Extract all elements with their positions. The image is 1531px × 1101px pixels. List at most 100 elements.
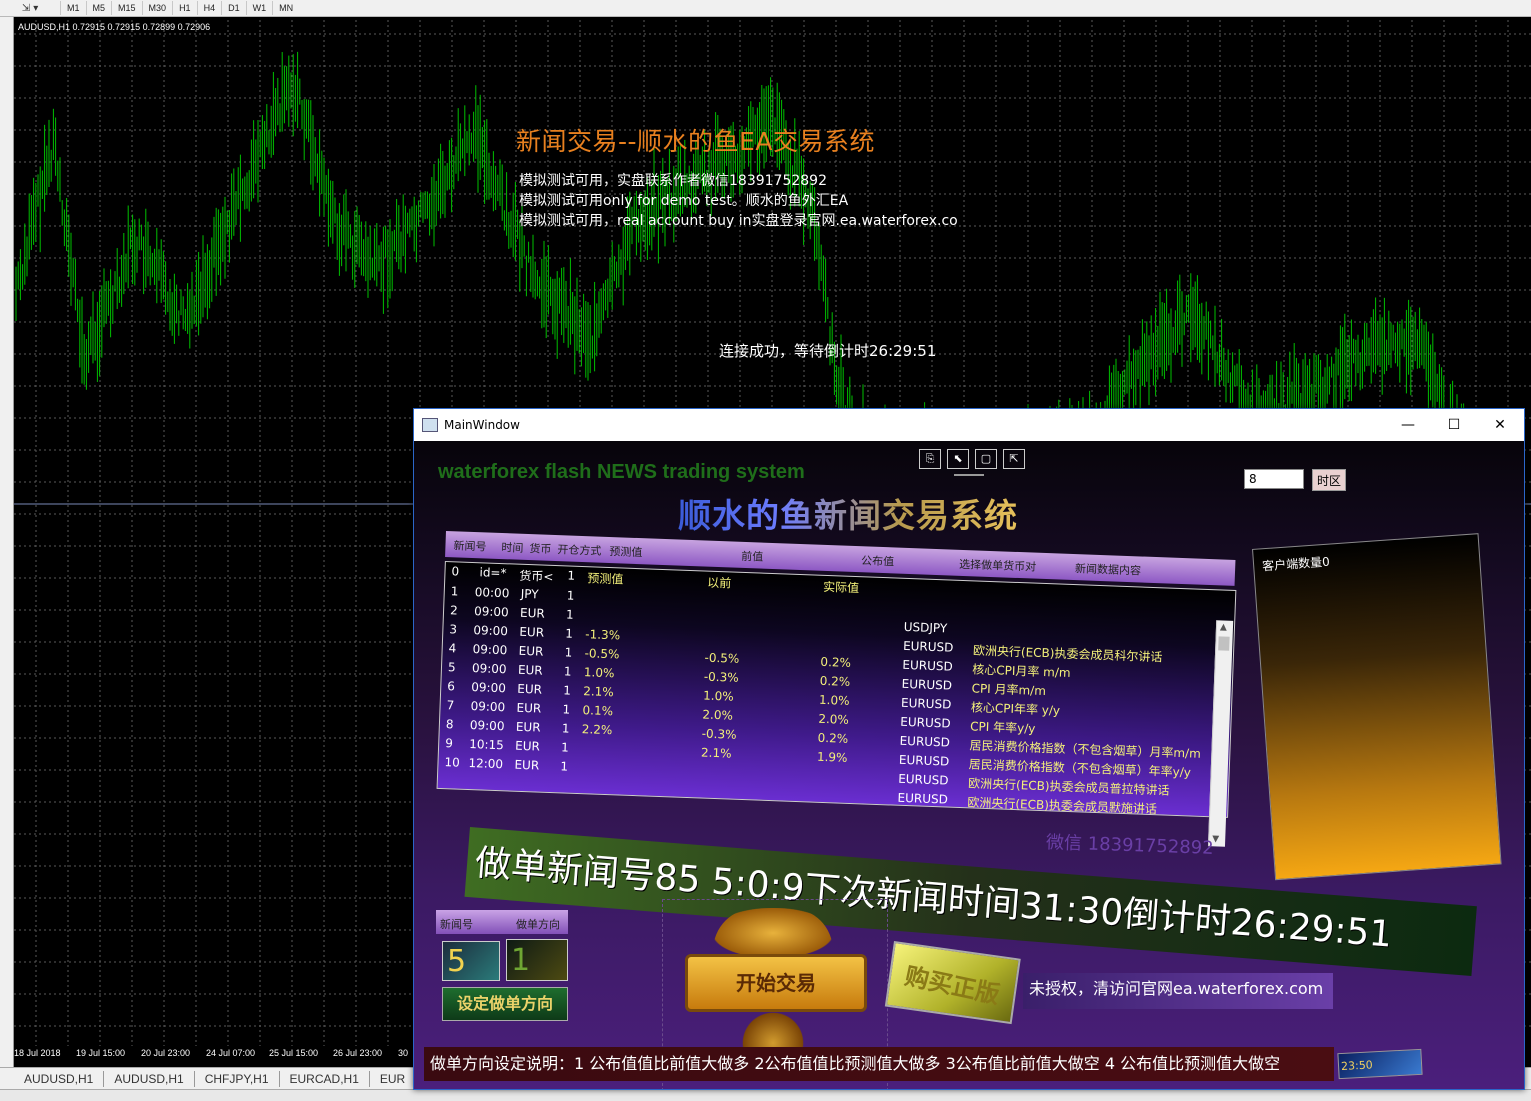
client-panel: 客户端数量0 (1252, 533, 1502, 881)
window-title: MainWindow (444, 418, 520, 432)
chart-tab[interactable]: AUDUSD,H1 (104, 1071, 195, 1087)
column-header: 开仓方式 (557, 543, 602, 558)
cell-content: CPI 年率y/y (969, 719, 1036, 736)
direction-input[interactable]: 1 (506, 939, 568, 981)
cell-previous: -0.3% (701, 726, 737, 742)
ea-info-line: 模拟测试可用，实盘联系作者微信18391752892 (519, 173, 827, 189)
ea-title: 新闻交易--顺水的鱼EA交易系统 (516, 127, 875, 156)
left-panel-strip (0, 17, 14, 1067)
timeframe-button-m15[interactable]: M15 (111, 1, 142, 15)
cell-pair: EURUSD (897, 790, 949, 807)
date-label: 30 (398, 1048, 409, 1058)
cell-cur: JPY (520, 586, 539, 602)
cell-time: 09:00 (471, 661, 507, 677)
dragon-icon (713, 908, 833, 958)
cell-actual: 1.0% (818, 692, 850, 708)
cell-mode: 1 (562, 702, 571, 717)
minimize-button[interactable]: — (1386, 413, 1430, 437)
expand-icon[interactable]: ⇱ (1003, 449, 1025, 469)
ea-info-line: 模拟测试可用only for demo test。顺水的鱼外汇EA (519, 193, 849, 209)
chart-tab[interactable]: EUR (370, 1071, 417, 1087)
cell: id=* (479, 565, 507, 581)
timeframe-button-m30[interactable]: M30 (141, 1, 173, 15)
cell-pair: EURUSD (900, 695, 952, 712)
cell: 0 (451, 564, 460, 579)
cell-pair: EURUSD (901, 676, 953, 693)
timeframe-button-w1[interactable]: W1 (245, 1, 273, 15)
timeframe-button-m5[interactable]: M5 (85, 1, 112, 15)
cell: 1 (567, 568, 576, 583)
cell-cur: EUR (515, 719, 541, 735)
cell-time: 09:00 (471, 680, 507, 696)
chart-tab[interactable]: AUDUSD,H1 (14, 1071, 105, 1087)
news-number-input[interactable]: 5 (442, 941, 500, 981)
cell-content: CPI 月率m/m (971, 681, 1047, 699)
column-header: 选择做单货币对 (958, 557, 1037, 574)
ea-info-line: 模拟测试可用，real account buy in实盘登录官网.ea.wate… (519, 213, 958, 229)
cell-cur: EUR (519, 624, 545, 640)
english-title: waterforex flash NEWS trading system (438, 461, 805, 483)
cell-no: 6 (447, 679, 456, 694)
cell-no: 9 (444, 736, 454, 751)
scroll-up-icon[interactable]: ▲ (1220, 622, 1227, 632)
timeframe-button-m1[interactable]: M1 (60, 1, 86, 15)
cell-pair: EURUSD (898, 752, 950, 769)
status-bar (0, 1089, 1531, 1101)
frame-icon[interactable]: ▢ (975, 449, 997, 469)
cell-cur: EUR (517, 681, 543, 697)
cursor-icon[interactable]: ⇲ ▾ (0, 0, 60, 16)
news-table[interactable]: 0 id=* 货币< 1 预测值 以前 实际值 1 00:00 JPY 1 2 09:00… (436, 560, 1237, 847)
date-label: 24 Jul 07:00 (206, 1048, 256, 1058)
close-button[interactable]: ✕ (1478, 413, 1522, 437)
timezone-input[interactable]: 8 (1244, 469, 1304, 489)
column-header: 预测值 (609, 545, 643, 560)
cell-cur: EUR (517, 662, 543, 678)
toolbar-handle[interactable] (954, 474, 984, 476)
cell-no: 2 (449, 603, 458, 618)
cell-pair: EURUSD (899, 733, 951, 750)
window-titlebar[interactable]: MainWindow — ☐ ✕ (414, 409, 1524, 441)
cell-actual: 0.2% (820, 654, 852, 670)
pointer-icon[interactable]: ⬉ (947, 449, 969, 469)
cell-previous: 2.1% (700, 745, 732, 761)
copy-icon[interactable]: ⎘ (919, 449, 941, 469)
window-body: ⎘ ⬉ ▢ ⇱ waterforex flash NEWS trading sy… (414, 441, 1524, 1089)
cell-no: 7 (446, 698, 455, 713)
cell-actual: 0.2% (819, 673, 851, 689)
cell-mode: 1 (560, 740, 570, 755)
cell: 货币< (519, 568, 554, 584)
timeframe-button-d1[interactable]: D1 (221, 1, 246, 15)
set-direction-button[interactable]: 设定做单方向 (442, 987, 568, 1021)
cell-forecast: 2.1% (582, 684, 614, 700)
timeframe-button-h1[interactable]: H1 (172, 1, 197, 15)
cell-time: 09:00 (470, 699, 506, 715)
timeframe-button-h4[interactable]: H4 (196, 1, 222, 15)
column-header: 公布值 (860, 554, 895, 569)
cell-mode: 1 (565, 626, 574, 641)
scroll-thumb[interactable] (1218, 636, 1230, 651)
cell-content: 核心CPI月率 m/m (972, 662, 1071, 680)
cell-forecast: 0.1% (582, 703, 614, 719)
cell-previous: -0.3% (703, 669, 739, 685)
cell-mode: 1 (562, 683, 572, 698)
column-header: 前值 (741, 549, 764, 564)
cell-forecast: 2.2% (581, 722, 613, 738)
cell-cur: EUR (519, 605, 545, 621)
cell-pair: EURUSD (900, 714, 951, 731)
buy-license-button[interactable]: 购买正版 (884, 941, 1021, 1025)
cell-no: 10 (444, 755, 461, 770)
chart-tab[interactable]: CHFJPY,H1 (195, 1071, 280, 1087)
timezone-button[interactable]: 时区 (1312, 469, 1346, 491)
cell-time: 12:00 (468, 755, 504, 772)
cell-forecast: -1.3% (585, 627, 621, 643)
cell-pair: EURUSD (902, 638, 954, 655)
chart-tab[interactable]: EURCAD,H1 (280, 1071, 370, 1087)
timeframe-button-mn[interactable]: MN (272, 1, 299, 15)
cell: 预测值 (587, 571, 624, 587)
date-label: 20 Jul 23:00 (141, 1048, 191, 1058)
maximize-button[interactable]: ☐ (1432, 413, 1476, 437)
column-header: 时间 (501, 541, 524, 555)
date-label: 19 Jul 15:00 (76, 1048, 126, 1058)
cell-forecast: 1.0% (583, 665, 615, 681)
chart-symbol-header: AUDUSD,H1 0.72915 0.72915 0.72899 0.7290… (18, 22, 211, 32)
